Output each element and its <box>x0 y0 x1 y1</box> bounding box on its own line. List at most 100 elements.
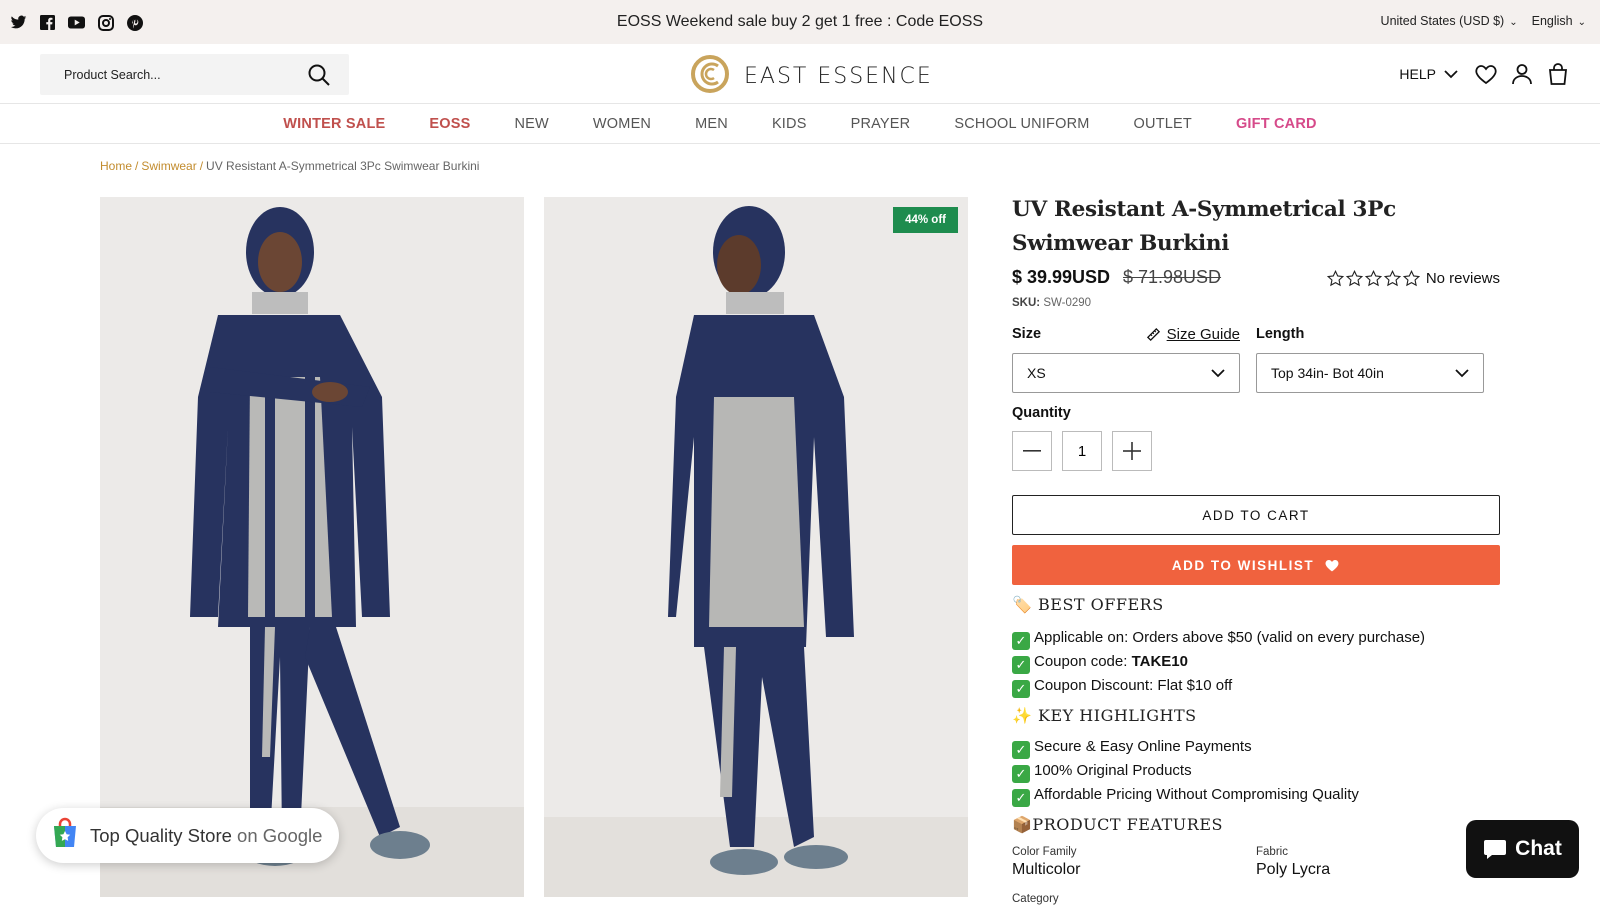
chat-label: Chat <box>1515 837 1562 860</box>
feature-color-family: Color Family Multicolor <box>1012 846 1256 879</box>
add-to-cart-button[interactable]: ADD TO CART <box>1012 495 1500 535</box>
best-offers-title: 🏷️ BEST OFFERS <box>1012 595 1500 614</box>
star-empty-icon <box>1402 270 1420 287</box>
language-selector[interactable]: English ⌄ <box>1532 14 1586 28</box>
size-select[interactable]: XS <box>1012 353 1240 393</box>
nav-item-eoss[interactable]: EOSS <box>407 116 492 132</box>
size-label: Size <box>1012 326 1042 342</box>
language-label: English <box>1531 14 1573 28</box>
chat-button[interactable]: Chat <box>1466 820 1579 878</box>
product-image-side[interactable]: 44% off <box>544 197 968 897</box>
coupon-code: TAKE10 <box>1131 653 1188 670</box>
chevron-down-icon: ⌄ <box>1509 17 1518 28</box>
list-item: ✓ Applicable on: Orders above $50 (valid … <box>1012 626 1500 650</box>
highlight-text: 100% Original Products <box>1034 762 1192 779</box>
account-icon[interactable] <box>1510 62 1534 86</box>
help-menu[interactable]: HELP <box>1399 66 1458 82</box>
product-info: UV Resistant A-Symmetrical 3Pc Swimwear … <box>1012 193 1500 905</box>
feature-fabric: Fabric Poly Lycra <box>1256 846 1500 879</box>
locale-selectors: United States (USD $) ⌄ English ⌄ <box>1381 14 1586 28</box>
reviews-label: No reviews <box>1425 270 1500 287</box>
best-offers-label: BEST OFFERS <box>1038 595 1164 614</box>
wishlist-heart-icon[interactable] <box>1474 62 1498 86</box>
announcement-text[interactable]: EOSS Weekend sale buy 2 get 1 free : Cod… <box>0 13 1600 31</box>
length-option: Length Top 34in- Bot 40in <box>1256 323 1484 393</box>
feature-label: Fabric <box>1256 846 1288 858</box>
check-icon: ✓ <box>1012 789 1030 807</box>
feature-category: Category <box>1012 893 1256 905</box>
search-input[interactable] <box>40 54 300 95</box>
google-store-badge[interactable]: Top Quality Store on Google <box>36 808 339 863</box>
google-badge-main: Top Quality Store <box>90 824 232 846</box>
key-highlights-title: ✨ KEY HIGHLIGHTS <box>1012 706 1500 725</box>
nav-item-gift-card[interactable]: GIFT CARD <box>1214 116 1339 132</box>
nav-item-kids[interactable]: KIDS <box>750 116 829 132</box>
compare-price: $ 71.98USD <box>1123 267 1222 287</box>
highlight-text: Secure & Easy Online Payments <box>1034 738 1252 755</box>
sale-price: $ 39.99USD <box>1012 267 1111 287</box>
site-header: EAST ESSENCE HELP <box>0 44 1600 104</box>
list-item: ✓ Coupon code: TAKE10 <box>1012 650 1500 674</box>
logo-text: EAST ESSENCE <box>744 64 933 89</box>
reviews-summary[interactable]: No reviews <box>1326 270 1500 287</box>
quantity-increase-button[interactable] <box>1112 431 1152 471</box>
product-features-label: PRODUCT FEATURES <box>1032 815 1223 834</box>
nav-item-school-uniform[interactable]: SCHOOL UNIFORM <box>932 116 1111 132</box>
logo-icon <box>690 54 734 99</box>
quantity-decrease-button[interactable] <box>1012 431 1052 471</box>
nav-item-prayer[interactable]: PRAYER <box>829 116 933 132</box>
feature-label: Category <box>1012 893 1059 905</box>
header-actions: HELP <box>1399 62 1570 86</box>
product-features-title: 📦PRODUCT FEATURES <box>1012 815 1500 834</box>
offer-text: Coupon Discount: Flat $10 off <box>1034 677 1233 694</box>
site-logo[interactable]: EAST ESSENCE <box>690 54 933 99</box>
list-item: ✓ Affordable Pricing Without Compromising… <box>1012 783 1500 807</box>
product-image-front[interactable] <box>100 197 524 897</box>
star-empty-icon <box>1364 270 1382 287</box>
length-value: Top 34in- Bot 40in <box>1271 365 1384 381</box>
nav-item-winter-sale[interactable]: WINTER SALE <box>261 116 407 132</box>
wishlist-label: ADD TO WISHLIST <box>1171 557 1315 573</box>
size-guide-link[interactable]: Size Guide <box>1146 326 1240 343</box>
offer-text: Coupon code: <box>1034 653 1132 670</box>
add-to-wishlist-button[interactable]: ADD TO WISHLIST <box>1012 545 1500 585</box>
check-icon: ✓ <box>1012 632 1030 650</box>
breadcrumb-separator: / <box>135 159 139 173</box>
announcement-bar: EOSS Weekend sale buy 2 get 1 free : Cod… <box>0 0 1600 44</box>
quantity-input[interactable] <box>1062 431 1102 471</box>
offer-text: Applicable on: Orders above $50 (valid o… <box>1034 629 1426 646</box>
feature-value: Multicolor <box>1012 861 1081 878</box>
main-nav: WINTER SALE EOSS NEW WOMEN MEN KIDS PRAY… <box>0 104 1600 144</box>
check-icon: ✓ <box>1012 680 1030 698</box>
features-grid: Color Family Multicolor Fabric Poly Lycr… <box>1012 846 1500 905</box>
breadcrumb-swimwear[interactable]: Swimwear <box>141 159 196 173</box>
nav-item-men[interactable]: MEN <box>673 116 750 132</box>
discount-badge: 44% off <box>893 207 958 233</box>
list-item: ✓ Coupon Discount: Flat $10 off <box>1012 674 1500 698</box>
length-select[interactable]: Top 34in- Bot 40in <box>1256 353 1484 393</box>
price-row: $ 39.99USD $ 71.98USD No reviews <box>1012 263 1500 297</box>
breadcrumb-separator: / <box>199 159 204 173</box>
sku-label: SKU: <box>1012 297 1041 309</box>
check-icon: ✓ <box>1012 765 1030 783</box>
package-icon: 📦 <box>1012 815 1033 834</box>
plus-icon <box>1123 442 1141 460</box>
currency-label: United States (USD $) <box>1380 14 1505 28</box>
list-item: ✓ 100% Original Products <box>1012 759 1500 783</box>
nav-item-outlet[interactable]: OUTLET <box>1112 116 1214 132</box>
sparkles-icon: ✨ <box>1012 706 1033 725</box>
search-icon[interactable] <box>307 63 331 87</box>
variant-options: Size Size Guide XS Length Top 34in- Bot … <box>1012 323 1500 393</box>
breadcrumb: Home / Swimwear / UV Resistant A-Symmetrical… <box>100 159 479 173</box>
cart-bag-icon[interactable] <box>1546 62 1570 86</box>
search-bar <box>40 54 349 95</box>
currency-selector[interactable]: United States (USD $) ⌄ <box>1381 14 1518 28</box>
chevron-down-icon: ⌄ <box>1577 17 1586 28</box>
feature-value: Poly Lycra <box>1256 861 1331 878</box>
breadcrumb-home[interactable]: Home <box>100 159 132 173</box>
heart-icon <box>1325 560 1339 572</box>
nav-item-women[interactable]: WOMEN <box>571 116 673 132</box>
nav-item-new[interactable]: NEW <box>492 116 570 132</box>
size-option: Size Size Guide XS <box>1012 323 1240 393</box>
chevron-down-icon <box>1444 69 1458 78</box>
